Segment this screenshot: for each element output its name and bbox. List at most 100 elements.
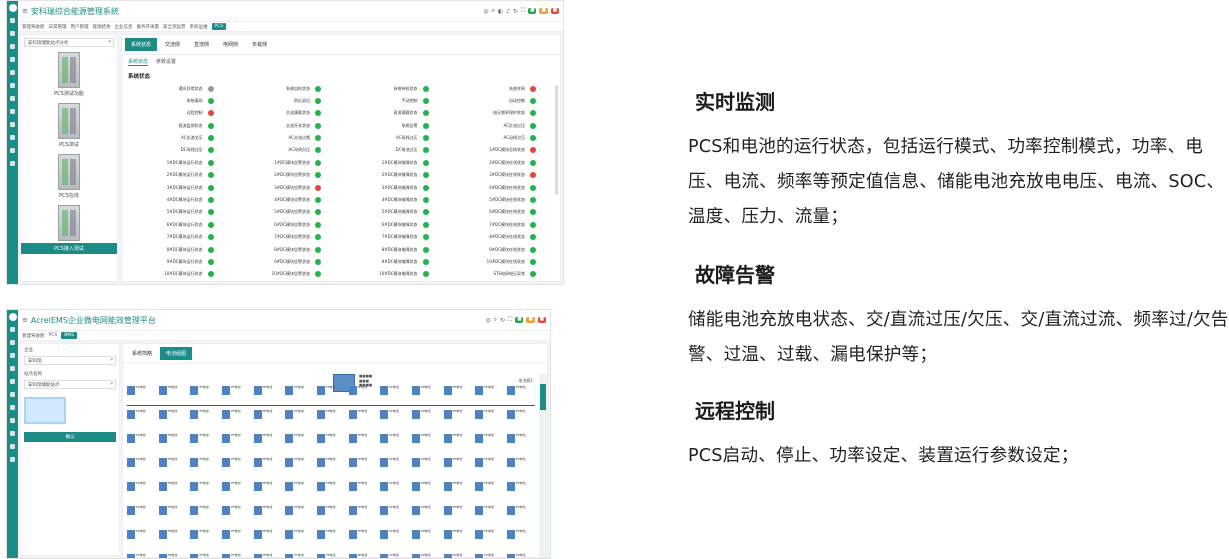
battery-unit[interactable]: PP电池 [316, 553, 345, 558]
status-item: AC交流过压 [449, 121, 551, 130]
chart-icon[interactable] [10, 57, 15, 62]
list-icon[interactable] [10, 83, 15, 88]
settings-icon[interactable] [10, 444, 15, 449]
battery-unit-label: PP电池 [484, 481, 494, 485]
nav-tab[interactable]: PCS [49, 333, 58, 338]
bolt-icon[interactable] [10, 418, 15, 423]
battery-unit[interactable]: PP电池 [253, 553, 282, 558]
user-icon[interactable] [10, 431, 15, 436]
status-badge-green[interactable]: ■ [515, 316, 524, 324]
menu-icon[interactable]: ≡ [22, 316, 28, 324]
battery-unit[interactable]: PP电池 [348, 553, 377, 558]
home-icon[interactable] [10, 18, 15, 23]
status-item: 10#DC模块故障状态 [341, 270, 443, 279]
list-icon[interactable] [10, 392, 15, 397]
tab[interactable]: 系统状态 [125, 38, 158, 51]
nav-tab[interactable]: 安全测运营 [163, 24, 186, 30]
bell-icon[interactable]: ♪ [506, 8, 510, 15]
battery-unit[interactable]: PP电池 [190, 553, 218, 558]
status-label: 9#DC模块告警状态 [274, 258, 310, 264]
nav-tab[interactable]: 能源结余 [93, 24, 111, 30]
subtab-params[interactable]: 参数设置 [156, 58, 176, 66]
battery-unit[interactable]: PP电池 [380, 553, 408, 558]
battery-unit-label: PP电池 [262, 457, 273, 461]
status-badge-red[interactable]: ■ [550, 7, 559, 15]
status-badge-green[interactable]: ■ [528, 7, 537, 15]
tab[interactable]: 系统简略 [126, 347, 158, 360]
battery-unit[interactable]: PP电池 [443, 553, 472, 558]
device-item[interactable]: PCS测试功能 [21, 52, 117, 97]
monitor-icon[interactable] [10, 353, 15, 358]
fullscreen-icon[interactable]: ⛶ [508, 316, 512, 324]
bolt-icon[interactable] [10, 109, 15, 114]
doc-icon[interactable] [10, 148, 15, 153]
nav-tab[interactable]: 服务开采量 [137, 24, 160, 30]
fullscreen-icon[interactable]: ⛶ [521, 7, 525, 15]
refresh-icon[interactable]: ↻ [500, 317, 505, 324]
tab[interactable]: 负载侧 [246, 38, 273, 51]
tool-icon[interactable] [10, 379, 15, 384]
search-icon[interactable]: ⌕ [492, 7, 495, 15]
nav-tab[interactable]: 管理驾驶舱 [22, 24, 45, 30]
grid-icon[interactable] [10, 96, 15, 101]
sound-icon[interactable]: ◐ [498, 8, 503, 15]
nav-tab[interactable]: 管理驾驶舱 [22, 333, 45, 339]
tab[interactable]: 电池组图 [160, 347, 193, 360]
scroll-thumb[interactable] [540, 384, 546, 410]
battery-unit[interactable]: PP电池 [506, 553, 535, 558]
confirm-button[interactable]: 确认 [24, 432, 116, 442]
info-icon[interactable] [10, 161, 15, 166]
globe-icon[interactable]: ◎ [485, 317, 490, 324]
battery-unit[interactable]: PP电池 [411, 553, 440, 558]
doc-icon[interactable] [10, 457, 15, 462]
subtab-status[interactable]: 系统状态 [128, 58, 149, 66]
edit-icon[interactable] [10, 31, 15, 36]
nav-tab[interactable]: 用户管理 [71, 24, 89, 30]
edit-icon[interactable] [10, 340, 15, 345]
battery-unit[interactable]: PP电池 [127, 553, 155, 558]
tool-icon[interactable] [10, 70, 15, 75]
scrollbar[interactable] [539, 374, 547, 557]
battery-diagram: ■■■■ ■■■ ■■■■ 电池簇1 PP电池 PP电池 PP电池 PP电池 PP电池 PP电… [123, 364, 547, 558]
nav-tab[interactable]: 日常管理 [49, 24, 67, 30]
nav-tab[interactable]: 企业信息 [115, 24, 133, 30]
nav-tab[interactable]: 系统运维 [190, 24, 208, 30]
site-select[interactable]: 安科瑞储能站点 [24, 380, 116, 389]
monitor-icon[interactable] [10, 44, 15, 49]
status-indicator-icon [530, 159, 536, 166]
battery-unit[interactable]: PP电池 [475, 553, 503, 558]
device-item[interactable]: PCS接入测试 [21, 205, 117, 254]
search-icon[interactable]: ⌕ [494, 316, 497, 324]
tab[interactable]: 交流侧 [159, 38, 186, 51]
status-indicator-icon [422, 258, 429, 265]
status-badge-orange[interactable]: ■ [539, 7, 548, 15]
grid-icon[interactable] [10, 405, 15, 410]
battery-unit[interactable]: PP电池 [158, 553, 187, 558]
status-label: 6#DC模块故障状态 [381, 221, 418, 227]
battery-unit[interactable]: PP电池 [285, 553, 313, 558]
globe-icon[interactable]: ◎ [483, 8, 488, 15]
user-icon[interactable] [10, 122, 15, 127]
status-badge-red[interactable]: ■ [537, 316, 546, 324]
status-item: 手动控制 [341, 96, 443, 105]
device-item[interactable]: PCS测试 [21, 103, 117, 148]
scrollbar[interactable] [555, 85, 558, 195]
home-icon[interactable] [10, 327, 15, 332]
tab[interactable]: 电网侧 [217, 38, 244, 51]
status-badge-orange[interactable]: ■ [526, 316, 535, 324]
nav-tab[interactable]: BMS [61, 332, 78, 339]
site-select[interactable]: 安科瑞储能站点分析 [24, 38, 114, 47]
battery-unit[interactable]: PP电池 [221, 553, 250, 558]
settings-icon[interactable] [10, 135, 15, 140]
battery-unit-label: PP电池 [420, 553, 431, 557]
device-label: PCS测试 [59, 142, 79, 148]
menu-icon[interactable]: ≡ [22, 7, 28, 15]
chart-icon[interactable] [10, 366, 15, 371]
status-item: 电压频率保护状态 [449, 109, 551, 118]
tab[interactable]: 直流侧 [188, 38, 215, 51]
nav-tab[interactable]: PCS [211, 23, 227, 30]
battery-unit-label: PP电池 [515, 457, 526, 461]
refresh-icon[interactable]: ↻ [513, 8, 518, 15]
device-item[interactable]: PCS在线 [21, 154, 117, 199]
company-select[interactable]: 安科瑞 [24, 356, 116, 365]
